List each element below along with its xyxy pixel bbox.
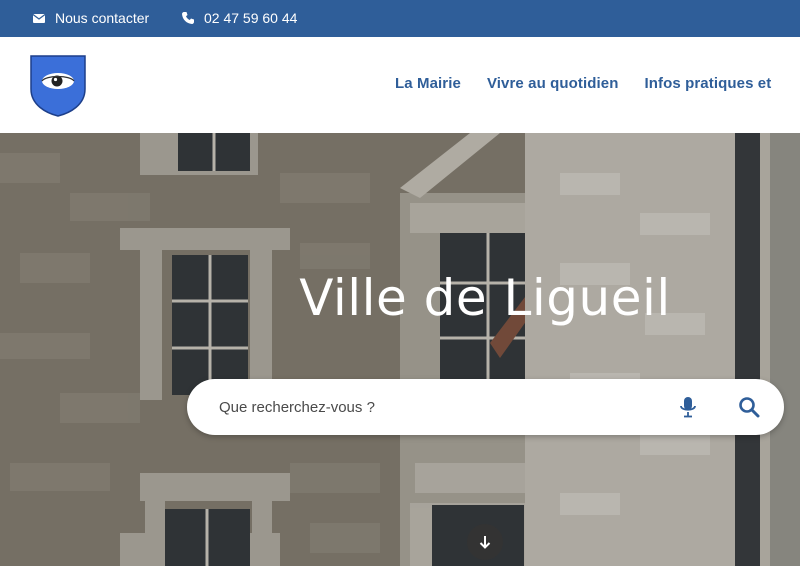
phone-label: 02 47 59 60 44 bbox=[204, 10, 298, 26]
contact-label: Nous contacter bbox=[55, 10, 150, 26]
nav-item-vivre-au-quotidien[interactable]: Vivre au quotidien bbox=[487, 75, 619, 92]
scroll-down-button[interactable] bbox=[467, 524, 503, 560]
site-header: La Mairie Vivre au quotidien Infos prati… bbox=[0, 37, 800, 133]
contact-link[interactable]: Nous contacter bbox=[32, 10, 149, 26]
search-icon[interactable] bbox=[738, 396, 760, 418]
hero-background-image bbox=[0, 133, 800, 566]
hero-title: Ville de Ligueil bbox=[299, 269, 671, 327]
search-input[interactable] bbox=[219, 395, 639, 419]
nav-item-la-mairie[interactable]: La Mairie bbox=[395, 75, 461, 92]
arrow-down-icon bbox=[479, 536, 491, 549]
phone-link[interactable]: 02 47 59 60 44 bbox=[181, 10, 297, 26]
top-bar: Nous contacter 02 47 59 60 44 bbox=[0, 0, 800, 37]
main-nav: La Mairie Vivre au quotidien Infos prati… bbox=[395, 75, 771, 92]
microphone-icon[interactable] bbox=[678, 396, 698, 418]
coat-of-arms-icon[interactable] bbox=[30, 55, 86, 117]
hero-banner: Ville de Ligueil bbox=[0, 133, 800, 566]
nav-item-infos-pratiques[interactable]: Infos pratiques et bbox=[645, 75, 772, 92]
phone-icon bbox=[182, 12, 194, 24]
search-bar bbox=[187, 379, 784, 435]
envelope-icon bbox=[32, 14, 46, 23]
